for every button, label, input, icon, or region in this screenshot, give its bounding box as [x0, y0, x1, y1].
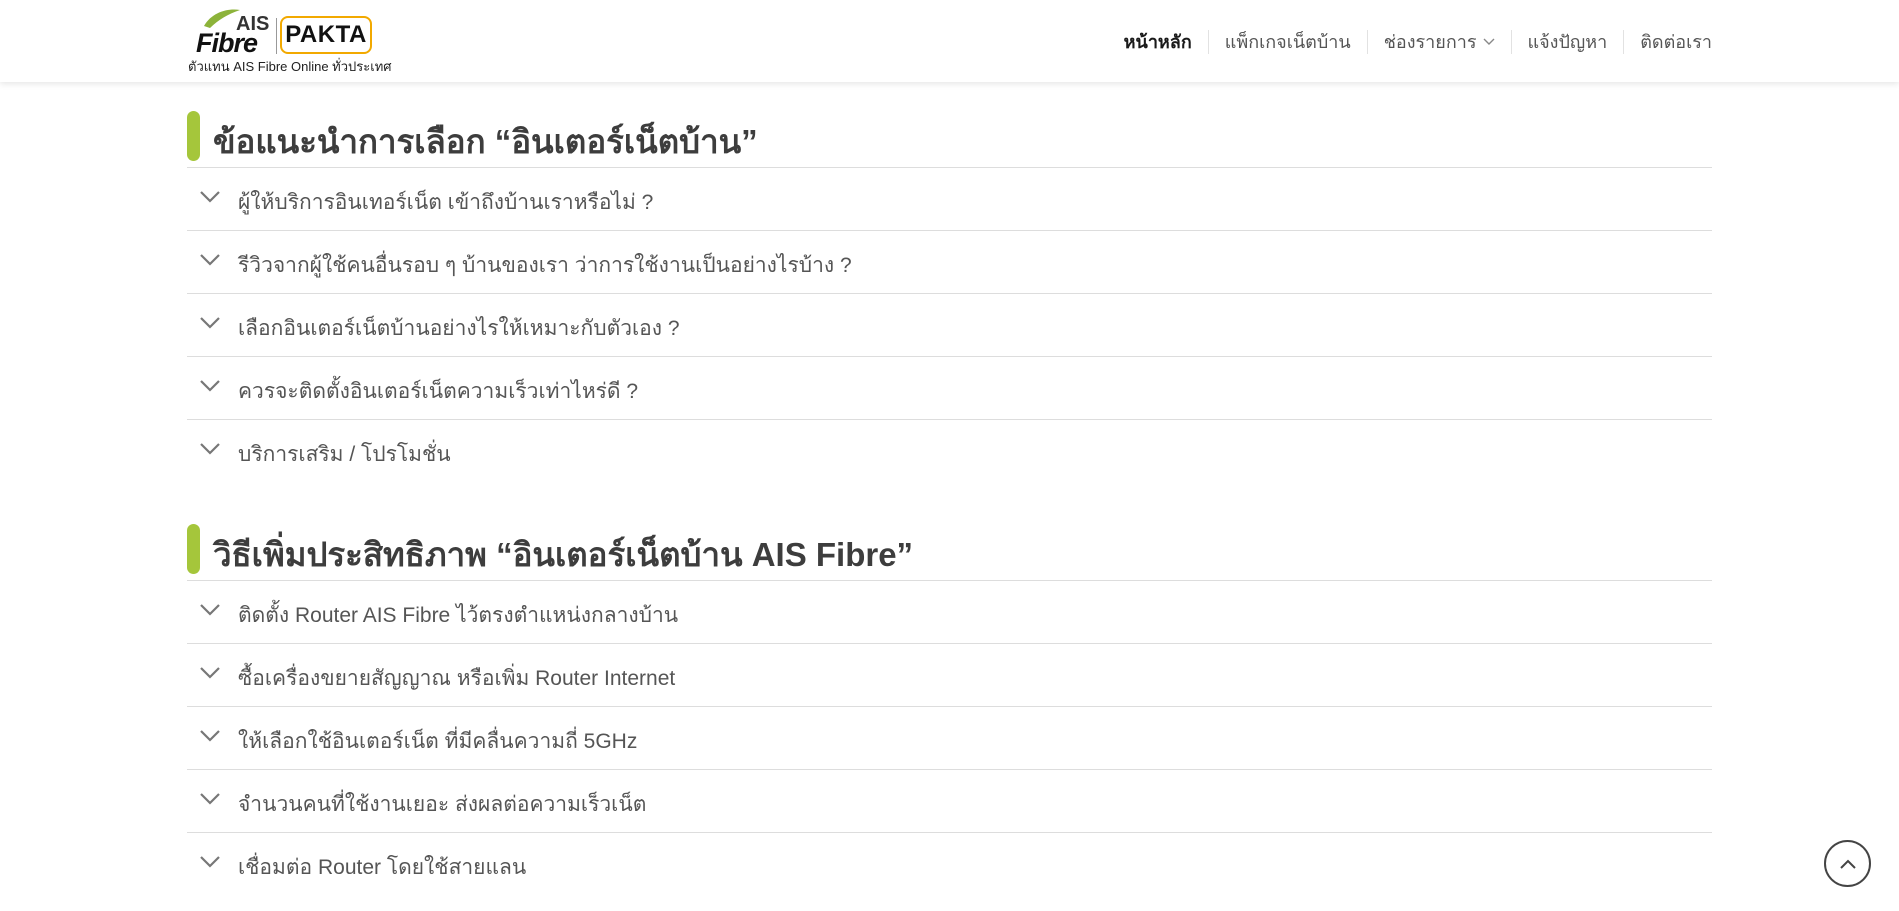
- accordion-item[interactable]: ให้เลือกใช้อินเตอร์เน็ต ที่มีคลื่นความถี…: [187, 706, 1712, 769]
- chevron-down-icon: [200, 254, 220, 266]
- accordion-label: จำนวนคนที่ใช้งานเยอะ ส่งผลต่อความเร็วเน็…: [238, 793, 647, 816]
- section-title: วิธีเพิ่มประสิทธิภาพ “อินเตอร์เน็ตบ้าน A…: [213, 536, 914, 573]
- nav-item-packages[interactable]: แพ็กเกจเน็ตบ้าน: [1209, 30, 1368, 54]
- logo-tagline: ตัวแทน AIS Fibre Online ทั่วประเทศ: [188, 59, 392, 74]
- accordion-item[interactable]: ผู้ให้บริการอินเทอร์เน็ต เข้าถึงบ้านเราห…: [187, 167, 1712, 230]
- chevron-down-icon: [200, 793, 220, 805]
- section-performance: วิธีเพิ่มประสิทธิภาพ “อินเตอร์เน็ตบ้าน A…: [187, 514, 1712, 895]
- accordion-label: ให้เลือกใช้อินเตอร์เน็ต ที่มีคลื่นความถี…: [238, 730, 638, 753]
- chevron-down-icon: [200, 443, 220, 455]
- accordion-item[interactable]: ซื้อเครื่องขยายสัญญาณ หรือเพิ่ม Router I…: [187, 643, 1712, 706]
- chevron-down-icon: [200, 730, 220, 742]
- section-accent-bar: [187, 111, 200, 161]
- accordion-item[interactable]: จำนวนคนที่ใช้งานเยอะ ส่งผลต่อความเร็วเน็…: [187, 769, 1712, 832]
- chevron-down-icon: [1483, 38, 1494, 45]
- accordion-label: ควรจะติดตั้งอินเตอร์เน็ตความเร็วเท่าไหร่…: [238, 380, 639, 403]
- accordion-item[interactable]: รีวิวจากผู้ใช้คนอื่นรอบ ๆ บ้านของเรา ว่า…: [187, 230, 1712, 293]
- accordion-label: ติดตั้ง Router AIS Fibre ไว้ตรงตำแหน่งกล…: [238, 604, 679, 627]
- nav-item-channels[interactable]: ช่องรายการ: [1368, 30, 1512, 54]
- logo-divider: [276, 18, 277, 54]
- nav-item-home[interactable]: หน้าหลัก: [1108, 30, 1209, 54]
- accordion-item[interactable]: ควรจะติดตั้งอินเตอร์เน็ตความเร็วเท่าไหร่…: [187, 356, 1712, 419]
- logo-fibre-text: Fibre: [196, 28, 258, 58]
- accordion-label: ซื้อเครื่องขยายสัญญาณ หรือเพิ่ม Router I…: [238, 667, 676, 690]
- chevron-down-icon: [200, 317, 220, 329]
- main-nav: หน้าหลัก แพ็กเกจเน็ตบ้าน ช่องรายการ แจ้ง…: [1108, 30, 1712, 54]
- nav-item-label: แพ็กเกจเน็ตบ้าน: [1224, 32, 1351, 52]
- accordion-item[interactable]: เชื่อมต่อ Router โดยใช้สายแลน: [187, 832, 1712, 895]
- accordion-item[interactable]: บริการเสริม / โปรโมชั่น: [187, 419, 1712, 482]
- chevron-down-icon: [200, 191, 220, 203]
- section-advice: ข้อแนะนำการเลือก “อินเตอร์เน็ตบ้าน” ผู้ใ…: [187, 101, 1712, 482]
- accordion-label: เลือกอินเตอร์เน็ตบ้านอย่างไรให้เหมาะกับต…: [238, 317, 680, 340]
- chevron-down-icon: [200, 604, 220, 616]
- back-to-top-button[interactable]: [1824, 840, 1871, 887]
- section-accent-bar: [187, 524, 200, 574]
- accordion-item[interactable]: ติดตั้ง Router AIS Fibre ไว้ตรงตำแหน่งกล…: [187, 580, 1712, 643]
- accordion-item[interactable]: เลือกอินเตอร์เน็ตบ้านอย่างไรให้เหมาะกับต…: [187, 293, 1712, 356]
- accordion-label: เชื่อมต่อ Router โดยใช้สายแลน: [238, 856, 527, 879]
- section-title: ข้อแนะนำการเลือก “อินเตอร์เน็ตบ้าน”: [213, 123, 758, 160]
- nav-item-contact[interactable]: ติดต่อเรา: [1624, 30, 1712, 54]
- chevron-down-icon: [200, 380, 220, 392]
- chevron-down-icon: [200, 856, 220, 868]
- section-heading: วิธีเพิ่มประสิทธิภาพ “อินเตอร์เน็ตบ้าน A…: [187, 514, 1712, 580]
- chevron-up-icon: [1839, 859, 1856, 869]
- logo-pakta-text: PAKTA: [280, 16, 372, 54]
- nav-item-label: ติดต่อเรา: [1640, 32, 1712, 52]
- accordion-label: รีวิวจากผู้ใช้คนอื่นรอบ ๆ บ้านของเรา ว่า…: [238, 254, 852, 277]
- site-logo[interactable]: AIS Fibre PAKTA ตัวแทน AIS Fibre Online …: [188, 8, 392, 74]
- nav-item-label: ช่องรายการ: [1383, 32, 1477, 52]
- section-heading: ข้อแนะนำการเลือก “อินเตอร์เน็ตบ้าน”: [187, 101, 1712, 167]
- accordion-label: บริการเสริม / โปรโมชั่น: [238, 443, 451, 466]
- chevron-down-icon: [200, 667, 220, 679]
- nav-item-label: หน้าหลัก: [1123, 32, 1192, 52]
- accordion-label: ผู้ให้บริการอินเทอร์เน็ต เข้าถึงบ้านเราห…: [238, 191, 654, 214]
- nav-item-report[interactable]: แจ้งปัญหา: [1512, 30, 1625, 54]
- site-header: AIS Fibre PAKTA ตัวแทน AIS Fibre Online …: [0, 0, 1899, 82]
- nav-item-label: แจ้งปัญหา: [1527, 32, 1608, 52]
